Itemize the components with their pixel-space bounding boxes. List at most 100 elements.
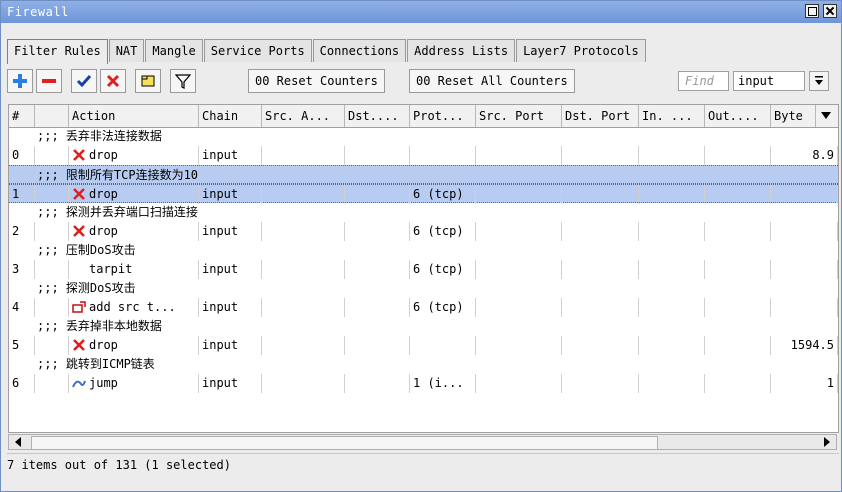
col-bytes[interactable]: Byte: [771, 105, 816, 127]
rules-table: # Action Chain Src. A... Dst.... Prot...…: [8, 104, 839, 433]
table-row[interactable]: 0 drop input 8.9: [9, 146, 838, 165]
table-row[interactable]: 1 drop input 6 (tcp): [9, 184, 838, 204]
tab-mangle[interactable]: Mangle: [145, 39, 203, 62]
cell-empty: [35, 185, 69, 204]
cell-empty: [476, 374, 562, 393]
table-row[interactable]: 6 jump input 1 (i... 1: [9, 374, 838, 393]
disable-button[interactable]: [100, 69, 126, 93]
cell-bytes-text: 1: [826, 376, 834, 390]
find-input[interactable]: Find: [678, 71, 729, 91]
tab-service-ports[interactable]: Service Ports: [203, 39, 312, 62]
col-dst-address[interactable]: Dst....: [345, 105, 410, 127]
remove-button[interactable]: [36, 69, 62, 93]
rule-comment-row[interactable]: ;;; 探测并丢弃端口扫描连接: [9, 203, 838, 222]
check-icon: [76, 75, 92, 88]
cell-empty: [705, 374, 771, 393]
rule-comment-row[interactable]: ;;; 限制所有TCP连接数为10: [9, 165, 838, 184]
cell-empty: [262, 336, 345, 355]
col-src-port[interactable]: Src. Port: [476, 105, 562, 127]
cell-num-text: 0: [12, 148, 20, 162]
cell-proto-text: 6 (tcp): [413, 187, 464, 201]
find-placeholder: Find: [685, 74, 714, 88]
rule-comment: ;;; 压制DoS攻击: [37, 243, 136, 257]
cell-num: 6: [9, 374, 35, 393]
cell-chain-text: input: [202, 338, 239, 352]
cell-bytes: [771, 185, 838, 204]
chain-filter-dropdown-button[interactable]: [809, 71, 829, 91]
scroll-left-icon: [15, 437, 21, 447]
cell-action-text: drop: [89, 224, 118, 238]
table-row[interactable]: 5 drop input 1594.5: [9, 336, 838, 355]
cell-action: drop: [69, 185, 199, 204]
table-row[interactable]: 2 drop input 6 (tcp): [9, 222, 838, 241]
cell-proto: [410, 336, 476, 355]
tab-layer7-protocols[interactable]: Layer7 Protocols: [516, 39, 646, 62]
cell-empty: [35, 336, 69, 355]
cell-action-text: add src t...: [89, 300, 176, 314]
col-out-interface[interactable]: Out....: [705, 105, 771, 127]
filter-button[interactable]: [170, 69, 196, 93]
restore-icon[interactable]: [805, 4, 819, 18]
cell-action: add src t...: [69, 298, 199, 317]
cell-num: 2: [9, 222, 35, 241]
rule-comment-row[interactable]: ;;; 丢弃掉非本地数据: [9, 317, 838, 336]
dropdown-arrow-icon: [821, 112, 831, 119]
rule-comment-row[interactable]: ;;; 丢弃非法连接数据: [9, 127, 838, 146]
rule-comment-row[interactable]: ;;; 跳转到ICMP链表: [9, 355, 838, 374]
table-row[interactable]: 4 add src t... input 6 (tcp): [9, 298, 838, 317]
col-number[interactable]: #: [9, 105, 35, 127]
comment-button[interactable]: [135, 69, 161, 93]
reset-all-counters-button[interactable]: 00 Reset All Counters: [409, 69, 575, 93]
column-menu-button[interactable]: [816, 105, 838, 127]
cell-empty: [262, 185, 345, 204]
cell-proto: 6 (tcp): [410, 298, 476, 317]
cell-empty: [476, 146, 562, 165]
scroll-right-icon: [824, 437, 830, 447]
tab-nat[interactable]: NAT: [108, 39, 145, 62]
add-src-icon: [72, 301, 86, 313]
col-dst-port[interactable]: Dst. Port: [562, 105, 639, 127]
cell-empty: [705, 260, 771, 279]
cell-chain: input: [199, 374, 262, 393]
cell-empty: [705, 185, 771, 204]
cell-empty: [562, 146, 639, 165]
rule-comment-row[interactable]: ;;; 压制DoS攻击: [9, 241, 838, 260]
close-icon[interactable]: [823, 4, 837, 18]
table-row[interactable]: 3 tarpit input 6 (tcp): [9, 260, 838, 279]
chain-filter-select[interactable]: input: [733, 71, 805, 91]
cell-empty: [562, 336, 639, 355]
cell-empty: [345, 374, 410, 393]
cell-proto-text: 1 (i...: [413, 376, 464, 390]
cell-empty: [262, 146, 345, 165]
cell-chain: input: [199, 336, 262, 355]
cell-bytes: 1594.5: [771, 336, 838, 355]
cell-empty: [262, 260, 345, 279]
cell-bytes: [771, 222, 838, 241]
title-bar[interactable]: Firewall: [1, 1, 841, 23]
enable-button[interactable]: [71, 69, 97, 93]
col-protocol[interactable]: Prot...: [410, 105, 476, 127]
rule-comment-row[interactable]: ;;; 探测DoS攻击: [9, 279, 838, 298]
cell-empty: [639, 336, 705, 355]
cell-action-text: jump: [89, 376, 118, 390]
rule-comment: ;;; 丢弃掉非本地数据: [37, 319, 162, 333]
cell-empty: [562, 298, 639, 317]
cell-empty: [345, 298, 410, 317]
reset-counters-button[interactable]: 00 Reset Counters: [248, 69, 385, 93]
scrollbar-thumb[interactable]: [31, 436, 658, 450]
tab-filter-rules[interactable]: Filter Rules: [7, 39, 108, 64]
col-in-interface[interactable]: In. ...: [639, 105, 705, 127]
cell-num: 1: [9, 185, 35, 204]
col-action[interactable]: Action: [69, 105, 199, 127]
tab-bar: Filter Rules NAT Mangle Service Ports Co…: [7, 39, 647, 64]
add-button[interactable]: [7, 69, 33, 93]
cell-empty: [639, 146, 705, 165]
horizontal-scrollbar[interactable]: [8, 434, 837, 450]
tab-address-lists[interactable]: Address Lists: [407, 39, 516, 62]
cell-empty: [639, 260, 705, 279]
tab-connections[interactable]: Connections: [312, 39, 407, 62]
col-src-address[interactable]: Src. A...: [262, 105, 345, 127]
cell-num-text: 1: [12, 187, 20, 201]
col-chain[interactable]: Chain: [199, 105, 262, 127]
cell-empty: [639, 222, 705, 241]
